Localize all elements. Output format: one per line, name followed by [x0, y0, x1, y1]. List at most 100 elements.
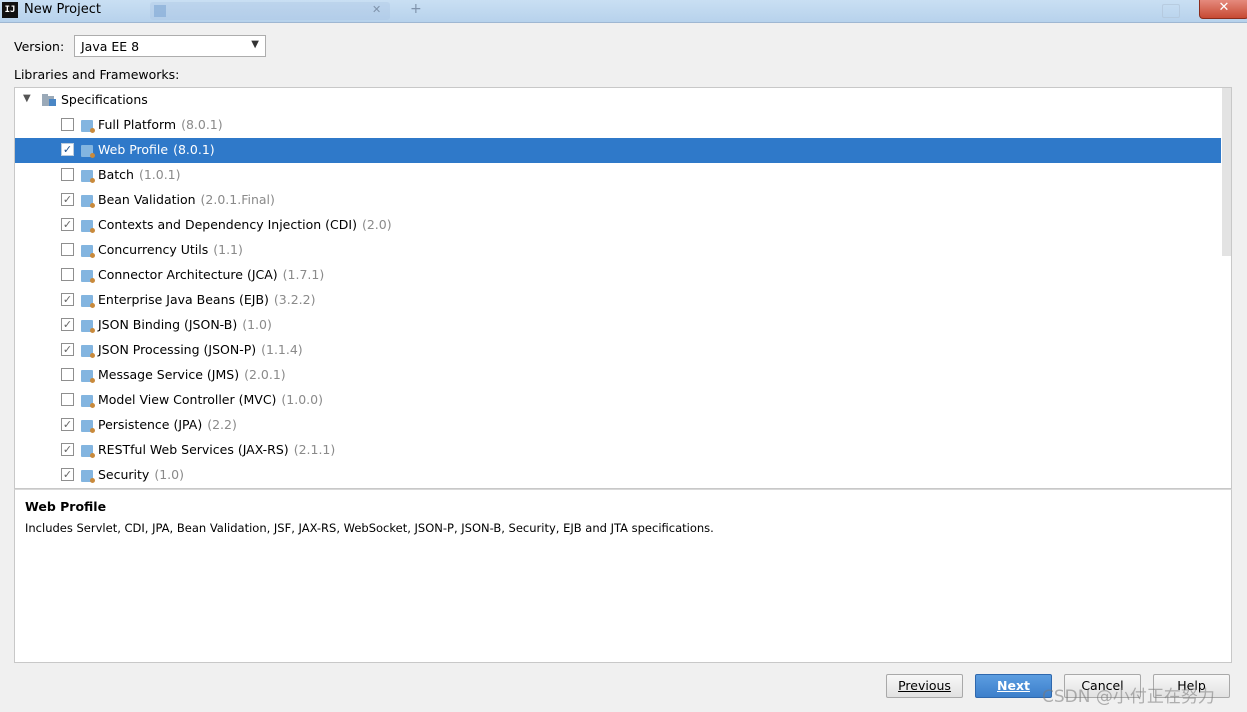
tree-item-checkbox[interactable]: ✓	[61, 193, 74, 206]
tree-item[interactable]: ✓ Bean Validation (2.0.1.Final)	[15, 188, 1231, 213]
tree-item[interactable]: Concurrency Utils (1.1)	[15, 238, 1231, 263]
chevron-down-icon: ▼	[251, 39, 259, 50]
window-title: New Project	[24, 2, 101, 17]
tree-item-label: JSON Binding (JSON-B) (1.0)	[98, 317, 272, 332]
tree-item-version: (1.0.0)	[281, 392, 323, 407]
previous-button-label: Previous	[898, 678, 951, 693]
tree-item-checkbox[interactable]	[61, 243, 74, 256]
watermark: CSDN @小付正在努力	[1042, 687, 1215, 707]
tree-item-name: Full Platform	[98, 117, 177, 132]
tree-item-label: Batch (1.0.1)	[98, 167, 181, 182]
tree-item[interactable]: ✓ Persistence (JPA) (2.2)	[15, 413, 1231, 438]
tree-item-version: (1.1)	[213, 242, 243, 257]
tree-item-label: Security (1.0)	[98, 467, 184, 482]
description-text: Includes Servlet, CDI, JPA, Bean Validat…	[25, 521, 714, 535]
specification-icon	[81, 295, 95, 308]
tree-item-name: Contexts and Dependency Injection (CDI)	[98, 217, 357, 232]
tree-item[interactable]: ✓ JSON Processing (JSON-P) (1.1.4)	[15, 338, 1231, 363]
specification-icon	[81, 445, 95, 458]
specification-icon	[81, 420, 95, 433]
tree-item-checkbox[interactable]: ✓	[61, 468, 74, 481]
tree-item-version: (1.0)	[242, 317, 272, 332]
previous-button[interactable]: Previous	[886, 674, 963, 698]
background-tab-close-icon: ✕	[372, 3, 382, 16]
tree-item[interactable]: Full Platform (8.0.1)	[15, 113, 1231, 138]
tree-item-version: (1.0)	[154, 467, 184, 482]
description-title: Web Profile	[25, 499, 107, 514]
tree-item-checkbox[interactable]	[61, 368, 74, 381]
tree-item-name: Web Profile	[98, 142, 169, 157]
specification-icon	[81, 470, 95, 483]
folder-icon	[42, 94, 57, 107]
tree-item[interactable]: ✓ Security (1.0)	[15, 463, 1231, 488]
tree-item-label: RESTful Web Services (JAX-RS) (2.1.1)	[98, 442, 335, 457]
tree-item-checkbox[interactable]: ✓	[61, 343, 74, 356]
tree-item[interactable]: Model View Controller (MVC) (1.0.0)	[15, 388, 1231, 413]
background-tab-icon	[154, 5, 166, 17]
description-panel: Web Profile Includes Servlet, CDI, JPA, …	[14, 489, 1232, 663]
tree-item[interactable]: ✓ RESTful Web Services (JAX-RS) (2.1.1)	[15, 438, 1231, 463]
tree-item-name: Enterprise Java Beans (EJB)	[98, 292, 269, 307]
tree-item-checkbox[interactable]	[61, 268, 74, 281]
tree-item-label: Message Service (JMS) (2.0.1)	[98, 367, 286, 382]
tree-item-checkbox[interactable]	[61, 168, 74, 181]
tree-item-name: RESTful Web Services (JAX-RS)	[98, 442, 289, 457]
tree-item[interactable]: ✓ Web Profile (8.0.1)	[15, 138, 1231, 163]
specification-icon	[81, 120, 95, 133]
tree-item[interactable]: ✓ Contexts and Dependency Injection (CDI)…	[15, 213, 1231, 238]
tree-item-name: Message Service (JMS)	[98, 367, 240, 382]
libraries-frameworks-label: Libraries and Frameworks:	[14, 67, 180, 82]
tree-item-checkbox[interactable]: ✓	[61, 218, 74, 231]
tree-item-label: Enterprise Java Beans (EJB) (3.2.2)	[98, 292, 315, 307]
tree-item-checkbox[interactable]	[61, 393, 74, 406]
tree-item-checkbox[interactable]: ✓	[61, 418, 74, 431]
specification-icon	[81, 370, 95, 383]
specification-icon	[81, 170, 95, 183]
background-tab	[150, 2, 390, 20]
tree-item-version: (2.2)	[207, 417, 237, 432]
tree-item-version: (8.0.1)	[173, 142, 215, 157]
tree-item-version: (2.0.1.Final)	[200, 192, 275, 207]
tree-item-version: (1.1.4)	[261, 342, 303, 357]
tree-item-version: (1.7.1)	[282, 267, 325, 282]
minimize-icon	[1162, 4, 1180, 18]
tree-item-label: Concurrency Utils (1.1)	[98, 242, 243, 257]
specifications-tree[interactable]: ▼ Specifications Full Platform (8.0.1) ✓ We…	[14, 87, 1232, 489]
window-close-button[interactable]: ✕	[1199, 0, 1247, 19]
version-selected-value: Java EE 8	[81, 39, 140, 54]
specification-icon	[81, 220, 95, 233]
tree-item-version: (1.0.1)	[138, 167, 181, 182]
tree-root-label: Specifications	[61, 92, 148, 107]
tree-item-name: Connector Architecture (JCA)	[98, 267, 278, 282]
tree-item-checkbox[interactable]: ✓	[61, 443, 74, 456]
tree-root-specifications[interactable]: ▼ Specifications	[15, 88, 1231, 113]
new-tab-icon: +	[410, 1, 422, 17]
tree-item-checkbox[interactable]	[61, 118, 74, 131]
tree-item-name: Batch	[98, 167, 134, 182]
tree-item-checkbox[interactable]: ✓	[61, 293, 74, 306]
version-dropdown[interactable]: Java EE 8 ▼	[74, 35, 266, 57]
tree-item-label: Model View Controller (MVC) (1.0.0)	[98, 392, 323, 407]
tree-item-name: Concurrency Utils	[98, 242, 209, 257]
tree-item-name: Bean Validation	[98, 192, 196, 207]
tree-item[interactable]: Batch (1.0.1)	[15, 163, 1231, 188]
tree-item-checkbox[interactable]: ✓	[61, 143, 74, 156]
specification-icon	[81, 245, 95, 258]
next-button[interactable]: Next	[975, 674, 1052, 698]
tree-item-name: JSON Processing (JSON-P)	[98, 342, 257, 357]
tree-item-checkbox[interactable]: ✓	[61, 318, 74, 331]
tree-item-name: JSON Binding (JSON-B)	[98, 317, 238, 332]
tree-item[interactable]: ✓ Enterprise Java Beans (EJB) (3.2.2)	[15, 288, 1231, 313]
tree-item[interactable]: Message Service (JMS) (2.0.1)	[15, 363, 1231, 388]
version-label: Version:	[14, 39, 65, 54]
tree-scrollbar-thumb[interactable]	[1222, 88, 1231, 256]
tree-item-label: Web Profile (8.0.1)	[98, 142, 215, 157]
tree-item[interactable]: ✓ JSON Binding (JSON-B) (1.0)	[15, 313, 1231, 338]
expand-arrow-icon[interactable]: ▼	[23, 93, 31, 104]
tree-item-version: (8.0.1)	[181, 117, 223, 132]
specification-icon	[81, 145, 95, 158]
tree-item-name: Security	[98, 467, 150, 482]
tree-item[interactable]: Connector Architecture (JCA) (1.7.1)	[15, 263, 1231, 288]
specification-icon	[81, 345, 95, 358]
tree-item-version: (3.2.2)	[273, 292, 316, 307]
